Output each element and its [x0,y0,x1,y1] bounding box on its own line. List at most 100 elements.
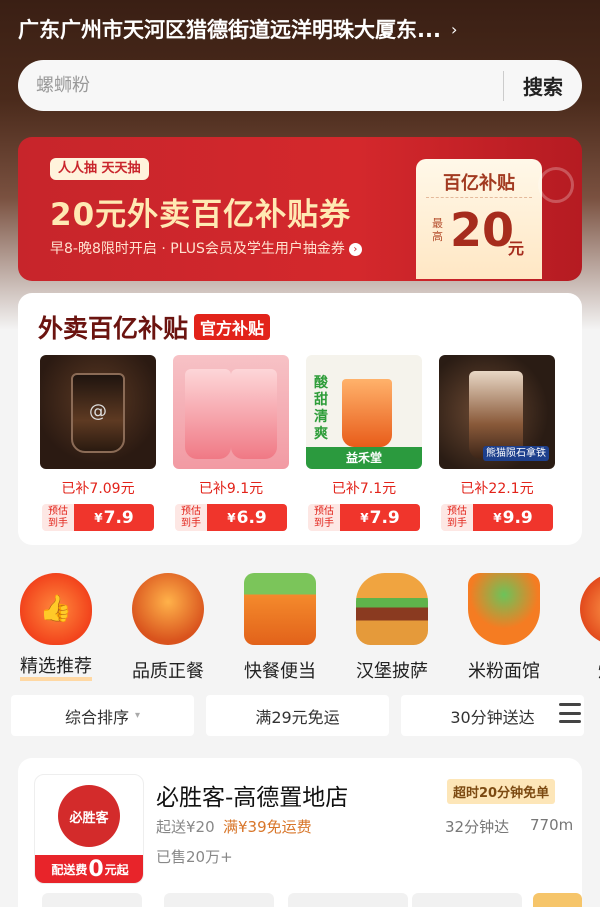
cup-icon [342,379,392,447]
product-card[interactable]: 已补9.1元 预估到手 ¥6.9 [173,355,289,531]
category-label: 汉堡披萨 [356,661,428,682]
latte-image: 熊猫陨石拿铁 [439,355,555,469]
price-row: 预估到手 ¥7.9 [42,504,154,531]
delivery-time: 32分钟达 [445,818,510,836]
currency-symbol: ¥ [94,510,103,525]
product-thumb [42,893,142,907]
category-item[interactable]: 汉堡披萨 [336,573,448,683]
logo-delivery-badge: 配送费 0 元起 [35,855,143,883]
product-saved: 已补9.1元 [198,481,264,497]
location-address: 广东广州市天河区猎德街道远洋明珠大厦东... [18,18,441,42]
thumbs-up-fire-icon [20,573,92,645]
product-thumb [164,893,274,907]
product-price: ¥7.9 [340,504,420,531]
cup-icon [71,373,125,453]
category-row: 精选推荐 品质正餐 快餐便当 汉堡披萨 米粉面馆 烤串 [0,573,600,683]
estimate-label: 预估到手 [175,504,207,531]
subsidy-title: 外卖百亿补贴 [38,314,189,343]
category-item[interactable]: 烤串 [560,573,600,683]
burger-icon [356,573,428,645]
category-item[interactable]: 快餐便当 [224,573,336,683]
currency-symbol: ¥ [493,510,502,525]
coupon-amount: 20 [450,203,515,257]
product-price: ¥9.9 [473,504,553,531]
coupon-divider [426,197,532,198]
product-price: ¥6.9 [207,504,287,531]
banner-subtitle: 早8-晚8限时开启 · PLUS会员及学生用户抽金券 › [50,238,362,258]
product-thumb [288,893,408,907]
sort-filter[interactable]: 综合排序 ▾ [11,695,194,736]
subsidy-section: 外卖百亿补贴 官方补贴 已补7.09元 预估到手 ¥7.9 已补9.1元 预估到… [18,293,582,545]
product-saved: 已补22.1元 [460,481,534,497]
product-price: ¥7.9 [74,504,154,531]
product-card[interactable]: 已补7.09元 预估到手 ¥7.9 [40,355,156,531]
currency-symbol: ¥ [360,510,369,525]
chevron-right-icon: › [450,19,458,39]
takeout-box-icon [244,573,316,645]
banner-subtitle-text: 早8-晚8限时开启 · PLUS会员及学生用户抽金券 [50,241,345,257]
coupon-card: 百亿补贴 最高 20 元 [416,159,542,279]
fast-delivery-filter[interactable]: 30分钟送达 [401,695,584,736]
price-row: 预估到手 ¥9.9 [441,504,553,531]
fruit-tea-image: 酸甜清爽 益禾堂 [306,355,422,469]
price-value: 6.9 [236,507,267,528]
category-label: 米粉面馆 [468,661,540,682]
category-item[interactable]: 精选推荐 [0,573,112,683]
decoration-icon [538,167,574,203]
sold-count: 已售20万+ [156,848,233,866]
estimate-label: 预估到手 [441,504,473,531]
product-thumb [412,893,522,907]
noodle-bowl-icon [468,573,540,645]
price-value: 7.9 [103,507,134,528]
product-card[interactable]: 酸甜清爽 益禾堂 已补7.1元 预估到手 ¥7.9 [306,355,422,531]
banner-tag: 人人抽 天天抽 [50,158,149,180]
product-saved: 已补7.09元 [61,481,135,497]
product-card[interactable]: 熊猫陨石拿铁 已补22.1元 预估到手 ¥9.9 [439,355,555,531]
price-row: 预估到手 ¥6.9 [175,504,287,531]
product-saved: 已补7.1元 [331,481,397,497]
price-value: 9.9 [502,507,533,528]
currency-symbol: ¥ [227,510,236,525]
distance: 770m [530,816,574,834]
logo-foot-post: 元起 [104,862,129,877]
subsidy-header: 外卖百亿补贴 官方补贴 [38,309,271,345]
store-card[interactable]: 必胜客 配送费 0 元起 必胜客-高德置地店 超时20分钟免单 起送¥20 满¥39… [18,758,582,907]
search-input[interactable] [18,75,503,96]
coupon-unit: 元 [508,239,525,258]
product-list: 已补7.09元 预估到手 ¥7.9 已补9.1元 预估到手 ¥6.9 酸甜清爽 … [40,355,555,531]
category-label: 快餐便当 [244,661,316,682]
hamburger-menu-icon[interactable] [559,703,581,723]
estimate-label: 预估到手 [42,504,74,531]
coupon-max-label: 最高 [432,217,443,243]
category-item[interactable]: 品质正餐 [112,573,224,683]
filter-label: 满29元免运 [255,707,340,727]
logo-foot-num: 0 [88,856,104,882]
search-button[interactable]: 搜索 [504,71,582,100]
overtime-badge: 超时20分钟免单 [447,779,556,804]
search-bar[interactable]: 搜索 [18,60,582,111]
location-selector[interactable]: 广东广州市天河区猎德街道远洋明珠大厦东... › [18,14,578,44]
tea-drink-image [173,355,289,469]
pizza-hut-logo: 必胜客 [58,785,120,847]
free-delivery-filter[interactable]: 满29元免运 [206,695,389,736]
store-logo: 必胜客 配送费 0 元起 [34,774,144,884]
category-label: 品质正餐 [132,661,204,682]
min-order: 起送¥20 [156,818,215,836]
category-item[interactable]: 米粉面馆 [448,573,560,683]
filter-bar: 综合排序 ▾ 满29元免运 30分钟送达 [11,695,600,736]
coupon-title: 百亿补贴 [443,173,515,194]
store-name: 必胜客-高德置地店 [156,785,349,811]
estimate-label: 预估到手 [308,504,340,531]
subsidy-badge: 官方补贴 [194,314,271,340]
promo-banner[interactable]: 人人抽 天天抽 20元外卖百亿补贴券 早8-晚8限时开启 · PLUS会员及学生… [18,137,582,281]
roast-chicken-icon [132,573,204,645]
arrow-right-icon: › [348,242,362,256]
cup-icon [185,369,231,459]
price-value: 7.9 [369,507,400,528]
filter-label: 30分钟送达 [450,707,535,727]
category-label: 精选推荐 [20,657,92,681]
price-row: 预估到手 ¥7.9 [308,504,420,531]
thumb-label: 熊猫陨石拿铁 [483,446,549,461]
thumb-slogan: 酸甜清爽 [314,375,328,442]
brand-bar: 益禾堂 [306,447,422,469]
